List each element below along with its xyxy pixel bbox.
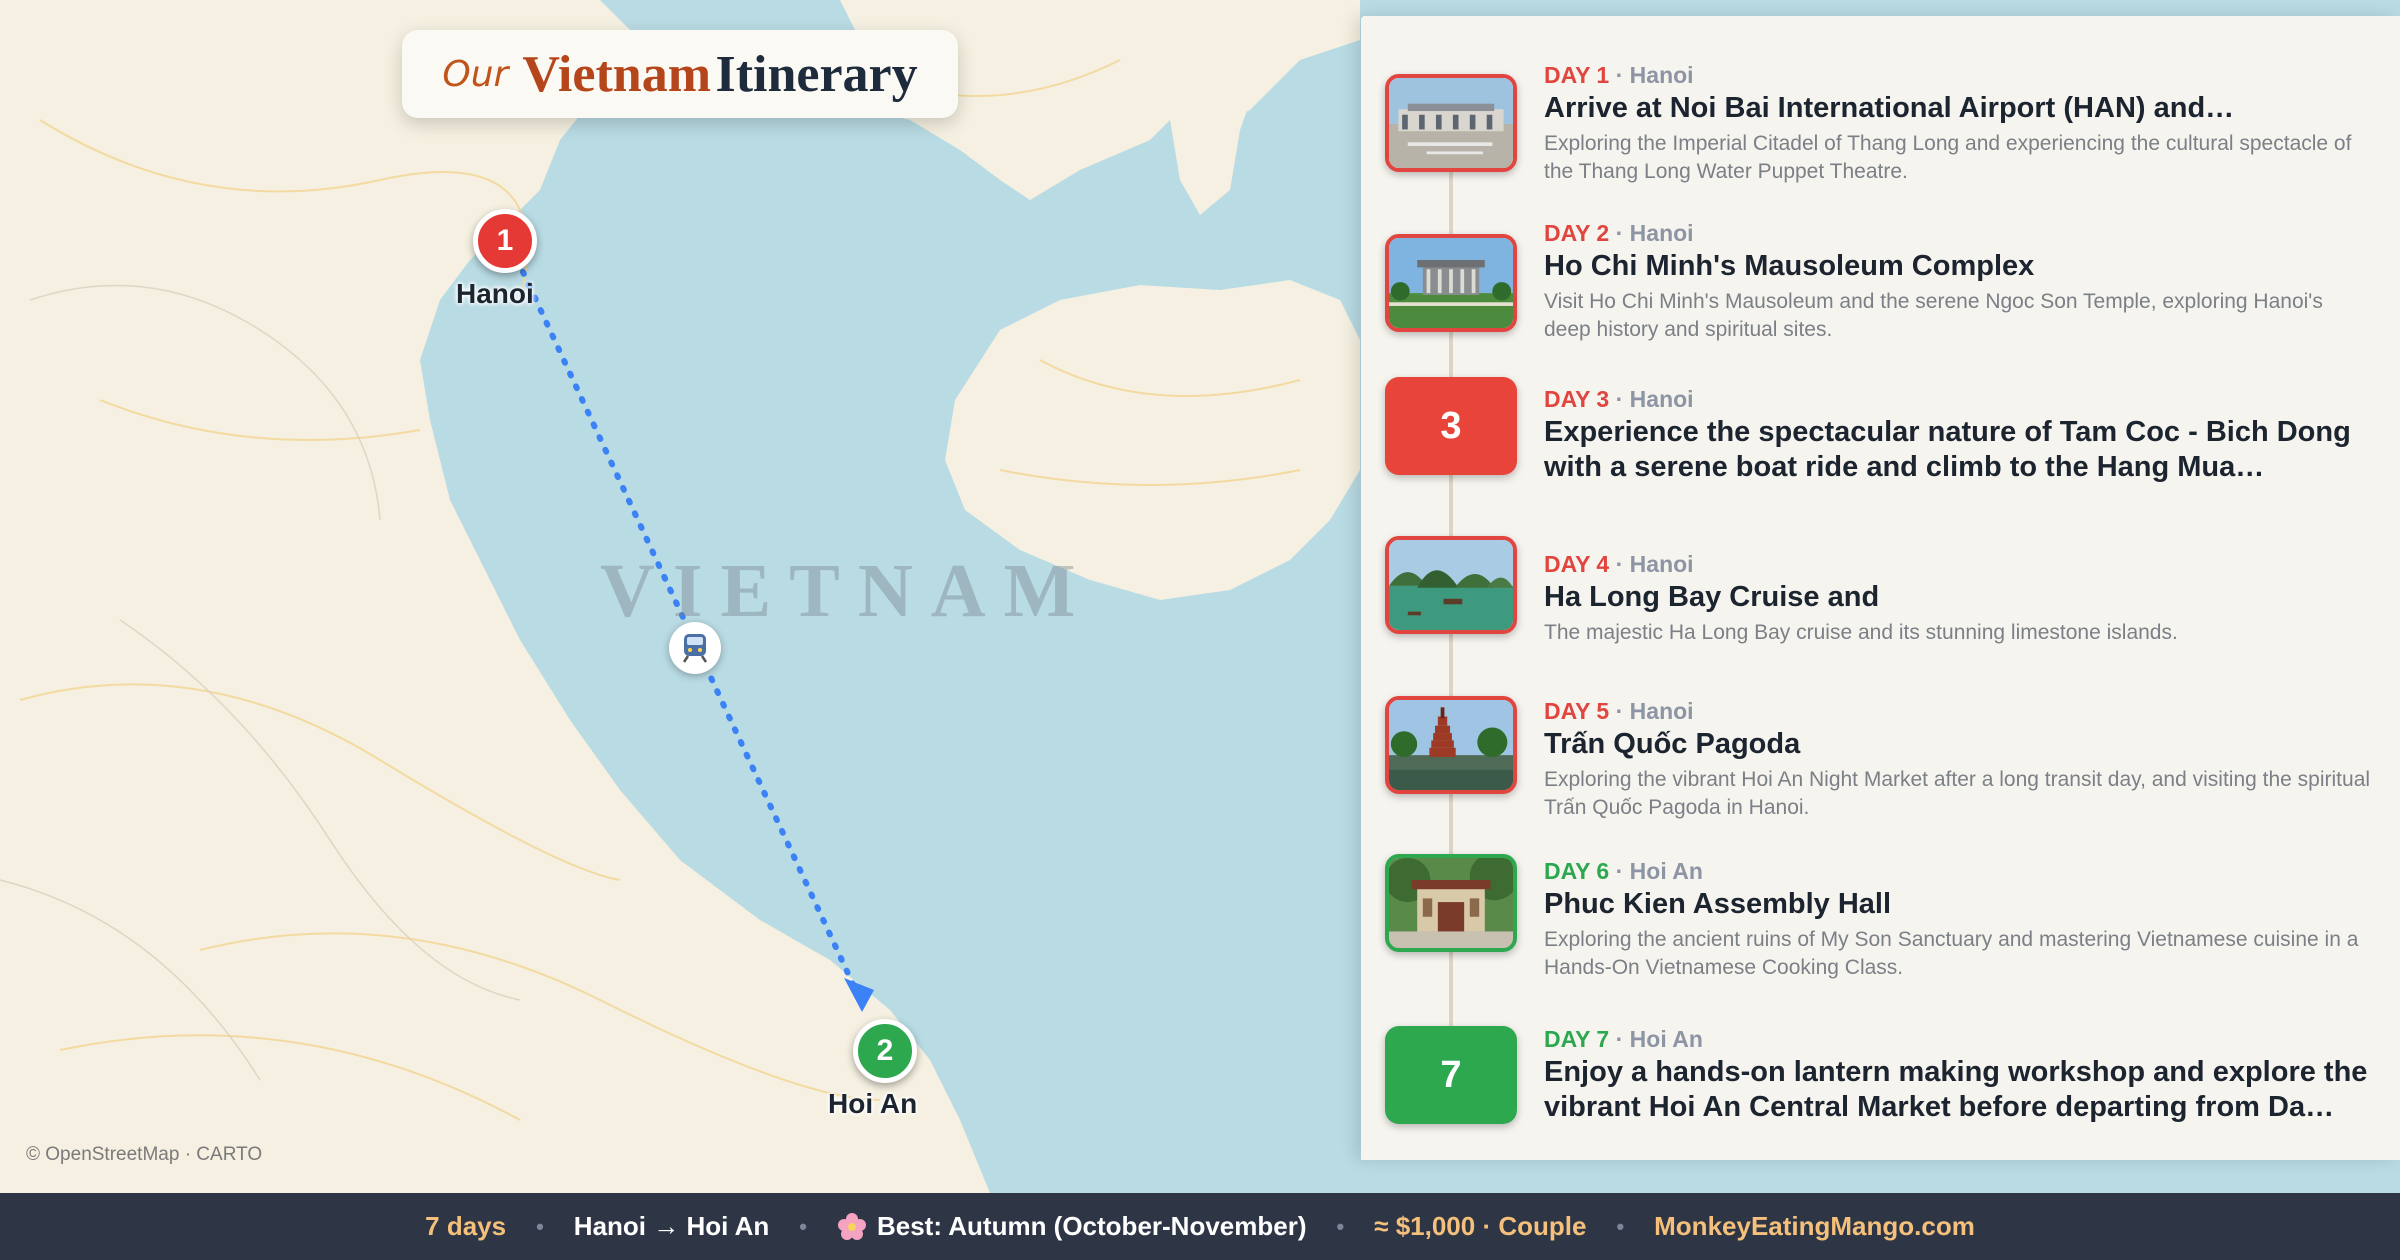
map-attribution[interactable]: © OpenStreetMap · CARTO — [26, 1144, 262, 1166]
day-title: Arrive at Noi Bai International Airport … — [1544, 92, 2235, 124]
train-icon-glyph — [682, 634, 708, 663]
day-description: Exploring the vibrant Hoi An Night Marke… — [1544, 768, 2371, 819]
title-country: Vietnam — [522, 45, 712, 103]
footer-season: Best: Autumn (October-November) — [837, 1211, 1307, 1242]
day-header: DAY 1 · Hanoi — [1544, 62, 1694, 88]
day-description: Visit Ho Chi Minh's Mausoleum and the se… — [1544, 290, 2323, 341]
footer-separator: • — [1616, 1213, 1625, 1239]
day-text: DAY 6 · Hoi An Phuc Kien Assembly Hall E… — [1544, 858, 2374, 982]
day-city: Hoi An — [1629, 1026, 1703, 1052]
footer-season-text: Best: Autumn (October-November) — [876, 1211, 1307, 1241]
assembly-hall-photo — [1385, 854, 1517, 952]
footer-budget: ≈ $1,000 · Couple — [1374, 1211, 1587, 1241]
day-description: The majestic Ha Long Bay cruise and its … — [1544, 621, 2178, 644]
country-label: VIETNAM — [600, 549, 1094, 633]
title-word: Itinerary — [715, 45, 918, 103]
airport-photo — [1385, 74, 1517, 172]
day-title: Experience the spectacular nature of Tam… — [1544, 416, 2351, 483]
day-header: DAY 2 · Hanoi — [1544, 220, 1694, 246]
pagoda-photo — [1385, 696, 1517, 794]
day-text: DAY 4 · Hanoi Ha Long Bay Cruise and The… — [1544, 551, 2374, 647]
day-tile-number: 3 — [1440, 404, 1462, 447]
day-header: DAY 5 · Hanoi — [1544, 698, 1694, 724]
day-text: DAY 7 · Hoi An Enjoy a hands-on lantern … — [1544, 1026, 2374, 1125]
footer-bar: 7 days • Hanoi → Hoi An • Best: Autumn (… — [0, 1193, 2400, 1260]
day-number: DAY 5 — [1544, 698, 1610, 724]
day-city: Hanoi — [1629, 386, 1694, 412]
map-pin-1[interactable]: 1 — [473, 209, 537, 273]
day-number-tile: 3 — [1385, 377, 1517, 475]
day-tile-number: 7 — [1440, 1053, 1462, 1096]
footer-site-link[interactable]: MonkeyEatingMango.com — [1654, 1211, 1975, 1242]
day-text: DAY 2 · Hanoi Ho Chi Minh's Mausoleum Co… — [1544, 220, 2374, 344]
day-number: DAY 1 — [1544, 62, 1610, 88]
day-title: Trấn Quốc Pagoda — [1544, 728, 1801, 760]
day-text: DAY 3 · Hanoi Experience the spectacular… — [1544, 386, 2374, 485]
day-title: Phuc Kien Assembly Hall — [1544, 888, 1892, 920]
map-pin-number: 1 — [496, 224, 514, 257]
title-card: Our Vietnam Itinerary — [402, 30, 958, 118]
day-header: DAY 6 · Hoi An — [1544, 858, 1703, 884]
day-number: DAY 6 — [1544, 858, 1610, 884]
map-pin-number: 2 — [876, 1034, 894, 1067]
day-number-tile: 7 — [1385, 1026, 1517, 1124]
day-title: Ho Chi Minh's Mausoleum Complex — [1544, 250, 2035, 282]
day-city: Hanoi — [1629, 551, 1694, 577]
day-city: Hanoi — [1629, 62, 1694, 88]
footer-days: 7 days — [425, 1211, 507, 1241]
day-description: Exploring the Imperial Citadel of Thang … — [1544, 132, 2352, 183]
day-city: Hoi An — [1629, 858, 1703, 884]
day-header: DAY 3 · Hanoi — [1544, 386, 1694, 412]
day-description: Exploring the ancient ruins of My Son Sa… — [1544, 928, 2359, 979]
train-icon[interactable] — [669, 622, 721, 674]
footer-route: Hanoi → Hoi An — [573, 1211, 770, 1241]
itinerary-panel: DAY 1 · Hanoi Arrive at Noi Bai Internat… — [1361, 16, 2400, 1160]
day-number: DAY 4 — [1544, 551, 1610, 577]
day-header: DAY 4 · Hanoi — [1544, 551, 1694, 577]
mausoleum-photo — [1385, 234, 1517, 332]
day-header: DAY 7 · Hoi An — [1544, 1026, 1703, 1052]
day-title: Ha Long Bay Cruise and — [1544, 581, 1880, 613]
day-number: DAY 7 — [1544, 1026, 1610, 1052]
footer-separator: • — [1336, 1213, 1345, 1239]
day-text: DAY 5 · Hanoi Trấn Quốc Pagoda Exploring… — [1544, 698, 2374, 822]
day-number: DAY 2 — [1544, 220, 1610, 246]
city-label-hanoi: Hanoi — [456, 278, 534, 309]
footer-separator: • — [799, 1213, 807, 1239]
flower-icon — [837, 1212, 866, 1240]
day-city: Hanoi — [1629, 698, 1694, 724]
city-label-hoi-an: Hoi An — [828, 1088, 918, 1119]
title-prefix: Our — [442, 53, 509, 95]
day-city: Hanoi — [1629, 220, 1694, 246]
footer-separator: • — [536, 1213, 544, 1239]
day-title: Enjoy a hands-on lantern making workshop… — [1544, 1056, 2368, 1123]
day-text: DAY 1 · Hanoi Arrive at Noi Bai Internat… — [1544, 62, 2374, 186]
halong-bay-photo — [1385, 536, 1517, 634]
day-number: DAY 3 — [1544, 386, 1610, 412]
map-pin-2[interactable]: 2 — [853, 1019, 917, 1083]
